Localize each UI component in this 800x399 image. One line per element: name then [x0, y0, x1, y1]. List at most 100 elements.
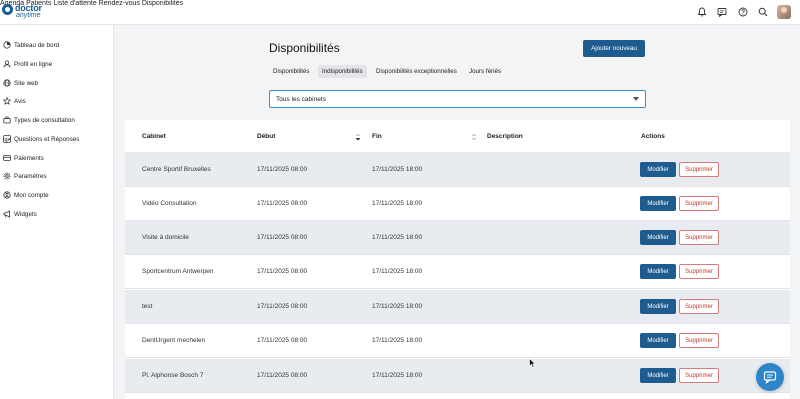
delete-button[interactable]: Supprimer [679, 264, 719, 279]
sidebar-item-label: Widgets [14, 210, 37, 218]
cabinet-filter-select[interactable]: Tous les cabinets [269, 90, 646, 108]
megaphone-icon [2, 209, 12, 219]
table-row: Vidéo Consultation 17/11/2025 08:00 17/1… [125, 187, 790, 221]
chevron-down-icon [633, 97, 639, 101]
card-icon [2, 153, 12, 163]
table-row: Visite à domicile 17/11/2025 08:00 17/11… [125, 221, 790, 255]
cell-debut: 17/11/2025 08:00 [257, 234, 308, 241]
table-row: Pl. Alphonse Bosch 7 17/11/2025 08:00 17… [125, 359, 790, 393]
sidebar-item-profil-en-ligne[interactable]: Profil en ligne [2, 58, 52, 70]
sidebar-item-label: Profil en ligne [14, 60, 53, 68]
table-row: Sportcentrum Antwerpen 17/11/2025 08:00 … [125, 255, 790, 289]
cell-cabinet: Vidéo Consultation [142, 200, 197, 207]
cell-cabinet: Visite à domicile [142, 234, 189, 241]
modify-button[interactable]: Modifier [640, 196, 676, 211]
sidebar-item-paiements[interactable]: Paiements [2, 152, 44, 164]
cell-debut: 17/11/2025 08:00 [257, 303, 308, 310]
modify-button[interactable]: Modifier [640, 162, 676, 177]
table-row: DentUrgent mechelen 17/11/2025 08:00 17/… [125, 324, 790, 358]
sidebar-item-site-web[interactable]: Site web [2, 77, 38, 89]
table-header: Cabinet Début Fin Description Actions [125, 120, 790, 153]
sidebar-item-label: Site web [14, 79, 39, 87]
delete-button[interactable]: Supprimer [679, 196, 719, 211]
star-icon [2, 96, 12, 106]
cell-fin: 17/11/2025 18:00 [372, 303, 423, 310]
sidebar-item-tableau-de-bord[interactable]: Tableau de bord [2, 39, 59, 51]
qa-icon: QA [2, 134, 12, 144]
briefcase-icon [2, 115, 12, 125]
gear-icon [2, 171, 12, 181]
column-header-fin[interactable]: Fin [372, 133, 382, 140]
sidebar-item-label: Types de consultation [14, 116, 75, 124]
sidebar-item-label: Paramètres [14, 172, 47, 180]
delete-button[interactable]: Supprimer [679, 333, 719, 348]
tab-disponibilites[interactable]: Disponibilités [269, 65, 313, 78]
table-row: test 17/11/2025 08:00 17/11/2025 18:00 M… [125, 290, 790, 324]
account-icon [2, 190, 12, 200]
nav-rendez-vous[interactable]: Rendez-vous [99, 0, 140, 7]
doctoranytime-logo[interactable]: doctor anytime [2, 3, 48, 21]
table-row: Centre Sportif Bruxelles 17/11/2025 08:0… [125, 153, 790, 187]
sidebar-item-label: Mon compte [14, 191, 49, 199]
message-icon[interactable] [716, 6, 728, 18]
column-header-debut[interactable]: Début [257, 133, 275, 140]
nav-liste-attente[interactable]: Liste d'attente [53, 0, 96, 7]
sidebar-item-parametres[interactable]: Paramètres [2, 170, 47, 182]
sort-desc-icon[interactable] [355, 133, 361, 141]
modify-button[interactable]: Modifier [640, 299, 676, 314]
tab-jours-feries[interactable]: Jours fériés [465, 65, 505, 78]
dashboard-icon [2, 40, 12, 50]
cell-fin: 17/11/2025 18:00 [372, 200, 423, 207]
cell-debut: 17/11/2025 08:00 [257, 337, 308, 344]
modify-button[interactable]: Modifier [640, 264, 676, 279]
delete-button[interactable]: Supprimer [679, 230, 719, 245]
delete-button[interactable]: Supprimer [679, 299, 719, 314]
mouse-cursor-icon [529, 357, 537, 368]
cell-fin: 17/11/2025 18:00 [372, 166, 423, 173]
modify-button[interactable]: Modifier [640, 368, 676, 383]
cell-debut: 17/11/2025 08:00 [257, 166, 308, 173]
cell-cabinet: DentUrgent mechelen [142, 337, 206, 344]
cabinet-filter-value: Tous les cabinets [276, 95, 326, 103]
tab-indisponibilites[interactable]: Indisponibilités [318, 65, 367, 78]
sidebar-item-mon-compte[interactable]: Mon compte [2, 189, 49, 201]
nav-disponibilites[interactable]: Disponibilités [142, 0, 183, 7]
avatar[interactable] [777, 5, 791, 19]
globe-icon [2, 78, 12, 88]
cell-cabinet: test [142, 303, 153, 310]
top-navbar: doctor anytime Agenda Patients Liste d'a… [0, 0, 800, 25]
sidebar-item-label: Questions et Réponses [14, 135, 80, 143]
logo-mark-icon [2, 4, 13, 15]
cell-fin: 17/11/2025 18:00 [372, 234, 423, 241]
sidebar-item-types-de-consultation[interactable]: Types de consultation [2, 114, 75, 126]
cell-fin: 17/11/2025 18:00 [372, 268, 423, 275]
search-icon[interactable] [757, 6, 769, 18]
add-new-button[interactable]: Ajouter nouveau [583, 40, 645, 57]
page-title: Disponibilités [269, 41, 340, 55]
unavailability-table: Cabinet Début Fin Description Actions Ce… [125, 120, 790, 399]
sidebar: Tableau de bord Profil en ligne Site web… [0, 25, 114, 399]
delete-button[interactable]: Supprimer [679, 368, 719, 383]
column-header-actions: Actions [641, 133, 665, 140]
sidebar-item-label: Paiements [14, 154, 44, 162]
cell-fin: 17/11/2025 18:00 [372, 372, 423, 379]
sidebar-item-label: Tableau de bord [14, 41, 60, 49]
cell-debut: 17/11/2025 08:00 [257, 268, 308, 275]
cell-cabinet: Sportcentrum Antwerpen [142, 268, 214, 275]
sidebar-item-widgets[interactable]: Widgets [2, 208, 37, 220]
modify-button[interactable]: Modifier [640, 230, 676, 245]
column-header-cabinet[interactable]: Cabinet [142, 133, 166, 140]
chat-button[interactable] [756, 363, 784, 391]
sort-icon[interactable] [471, 133, 477, 141]
modify-button[interactable]: Modifier [640, 333, 676, 348]
user-icon [2, 59, 12, 69]
cell-debut: 17/11/2025 08:00 [257, 200, 308, 207]
bell-icon[interactable] [696, 6, 708, 18]
help-icon[interactable] [737, 6, 749, 18]
delete-button[interactable]: Supprimer [679, 162, 719, 177]
column-header-description[interactable]: Description [487, 133, 523, 140]
sidebar-item-questions-reponses[interactable]: QA Questions et Réponses [2, 133, 79, 145]
cell-cabinet: Pl. Alphonse Bosch 7 [142, 372, 204, 379]
tab-disponibilites-exceptionnelles[interactable]: Disponibilités exceptionnelles [372, 65, 461, 78]
sidebar-item-avis[interactable]: Avis [2, 95, 26, 107]
